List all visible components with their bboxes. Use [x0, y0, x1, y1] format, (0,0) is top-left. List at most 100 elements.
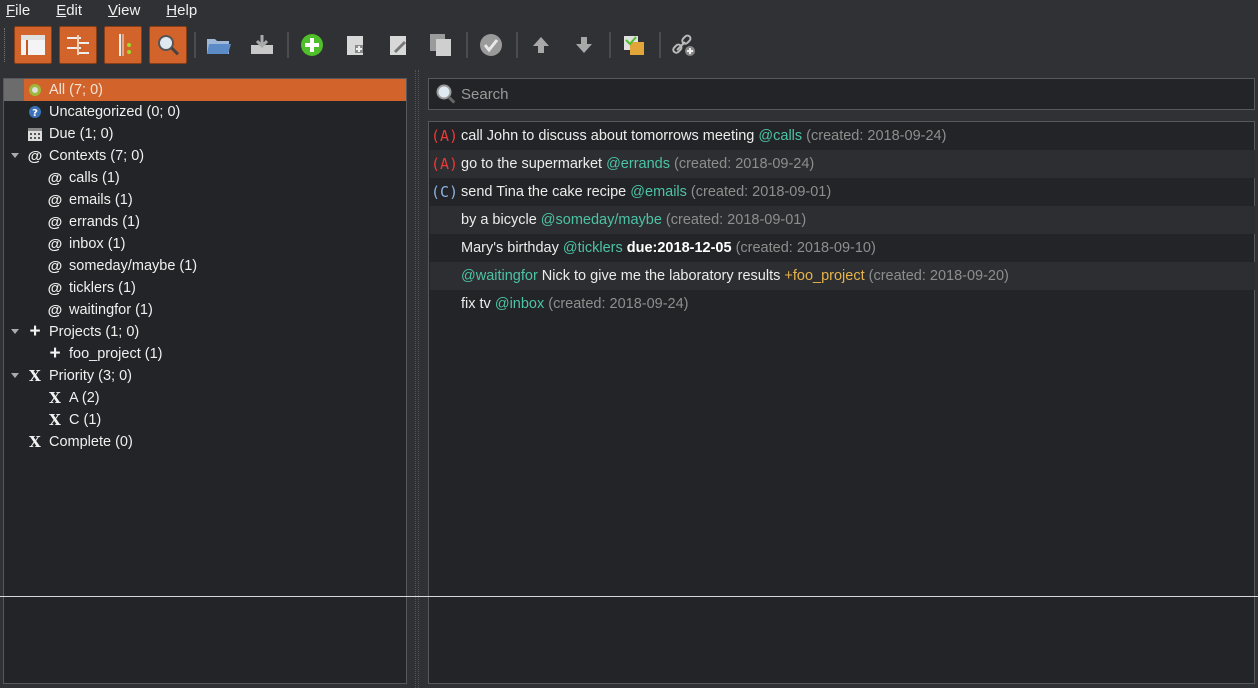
calendar-icon [27, 126, 43, 142]
add-task-icon [301, 34, 323, 56]
task-created: (created: 2018-09-24) [544, 296, 689, 312]
task-row[interactable]: (C) send Tina the cake recipe @emails (c… [430, 178, 1255, 206]
link-button[interactable] [665, 26, 703, 64]
filter-context-item[interactable]: @ inbox (1) [4, 233, 406, 255]
filter-complete-label: Complete (0) [49, 434, 133, 450]
menu-help-label: elp [177, 1, 198, 19]
x-icon: X [29, 433, 41, 451]
filter-context-item[interactable]: @ waitingfor (1) [4, 299, 406, 321]
priority-badge: (A) [431, 127, 459, 145]
collapse-arrow-icon[interactable] [11, 153, 19, 158]
task-text: go to the supermarket @errands (created:… [461, 156, 814, 172]
menu-view[interactable]: View [102, 2, 140, 19]
task-row[interactable]: (A) call John to discuss about tomorrows… [430, 122, 1255, 150]
filter-context-item[interactable]: @ errands (1) [4, 211, 406, 233]
x-icon: X [49, 411, 61, 429]
save-icon [251, 35, 273, 54]
filter-all[interactable]: All (7; 0) [4, 79, 406, 101]
task-text: send Tina the cake recipe @emails (creat… [461, 184, 831, 200]
toolbar-separator [609, 32, 611, 58]
menu-file-mnemonic: F [6, 1, 16, 19]
task-row[interactable]: Mary's birthday @ticklers due:2018-12-05… [430, 234, 1255, 262]
task-description: call John to discuss about tomorrows mee… [461, 128, 759, 144]
search-toggle-button[interactable] [149, 26, 187, 64]
filter-due-label: Due (1; 0) [49, 126, 114, 142]
at-icon: @ [47, 301, 63, 319]
filter-projects-label: Projects (1; 0) [49, 324, 140, 340]
task-description: by a bicycle [461, 212, 541, 228]
task-description: go to the supermarket [461, 156, 607, 172]
filter-priority-item[interactable]: X C (1) [4, 409, 406, 431]
filters-panel-button[interactable] [14, 26, 52, 64]
context-item-label: ticklers (1) [69, 280, 136, 296]
context-item-label: waitingfor (1) [69, 302, 153, 318]
task-due-date: due:2018-12-05 [626, 240, 732, 256]
x-icon: X [49, 389, 61, 407]
task-context: @waitingfor [461, 268, 538, 284]
complete-task-button[interactable] [472, 26, 510, 64]
filter-priority-item[interactable]: X A (2) [4, 387, 406, 409]
filter-due[interactable]: Due (1; 0) [4, 123, 406, 145]
filter-projects[interactable]: + Projects (1; 0) [4, 321, 406, 343]
context-item-label: someday/maybe (1) [69, 258, 198, 274]
task-row[interactable]: by a bicycle @someday/maybe (created: 20… [430, 206, 1255, 234]
filter-context-item[interactable]: @ someday/maybe (1) [4, 255, 406, 277]
task-row[interactable]: fix tv @inbox (created: 2018-09-24) [430, 290, 1255, 318]
divider-line [0, 596, 1258, 597]
toolbar-separator [287, 32, 289, 58]
priority-badge: (A) [431, 155, 459, 173]
new-subtask-button[interactable] [336, 26, 374, 64]
archive-button[interactable] [615, 26, 653, 64]
search-toggle-icon [158, 35, 180, 56]
filter-contexts[interactable]: @ Contexts (7; 0) [4, 145, 406, 167]
move-up-button[interactable] [522, 26, 560, 64]
toolbar-separator [466, 32, 468, 58]
move-down-icon [576, 37, 592, 53]
view-options-button[interactable] [104, 26, 142, 64]
filter-context-item[interactable]: @ ticklers (1) [4, 277, 406, 299]
filter-context-item[interactable]: @ emails (1) [4, 189, 406, 211]
edit-task-button[interactable] [379, 26, 417, 64]
context-item-label: inbox (1) [69, 236, 126, 252]
at-icon: @ [47, 257, 63, 275]
task-project: +foo_project [784, 268, 865, 284]
toolbar [0, 22, 1258, 68]
collapse-arrow-icon[interactable] [11, 329, 19, 334]
filter-priority[interactable]: X Priority (3; 0) [4, 365, 406, 387]
task-row[interactable]: @waitingfor Nick to give me the laborato… [430, 262, 1255, 290]
filter-priority-label: Priority (3; 0) [49, 368, 132, 384]
sort-button[interactable] [59, 26, 97, 64]
task-row[interactable]: (A) go to the supermarket @errands (crea… [430, 150, 1255, 178]
search-input[interactable]: Search [428, 78, 1255, 110]
search-placeholder: Search [461, 85, 509, 103]
task-context: @someday/maybe [540, 212, 662, 228]
task-context: @inbox [494, 296, 545, 312]
toolbar-separator [659, 32, 661, 58]
task-context: @errands [606, 156, 670, 172]
add-task-button[interactable] [293, 26, 331, 64]
filter-all-label: All (7; 0) [49, 82, 103, 98]
duplicate-task-button[interactable] [422, 26, 460, 64]
project-item-label: foo_project (1) [69, 346, 163, 362]
filter-uncategorized[interactable]: ? Uncategorized (0; 0) [4, 101, 406, 123]
at-icon: @ [47, 169, 63, 187]
priority-item-label: A (2) [69, 390, 100, 406]
plus-icon: + [29, 321, 41, 342]
task-created: (created: 2018-09-24) [669, 156, 815, 172]
filter-contexts-label: Contexts (7; 0) [49, 148, 145, 164]
open-button[interactable] [200, 26, 238, 64]
filter-context-item[interactable]: @ calls (1) [4, 167, 406, 189]
menu-help[interactable]: Help [160, 2, 197, 19]
toolbar-separator [194, 32, 196, 58]
task-context: @ticklers [562, 240, 623, 256]
menu-file[interactable]: File [0, 2, 30, 19]
save-button[interactable] [243, 26, 281, 64]
move-down-button[interactable] [565, 26, 603, 64]
menu-edit[interactable]: Edit [50, 2, 82, 19]
filter-project-item[interactable]: + foo_project (1) [4, 343, 406, 365]
toolbar-grip[interactable] [4, 28, 8, 62]
filters-tree: All (7; 0) ? Uncategorized (0; 0) Due (1… [3, 78, 407, 684]
edit-task-icon [390, 36, 406, 55]
filter-complete[interactable]: X Complete (0) [4, 431, 406, 453]
collapse-arrow-icon[interactable] [11, 373, 19, 378]
